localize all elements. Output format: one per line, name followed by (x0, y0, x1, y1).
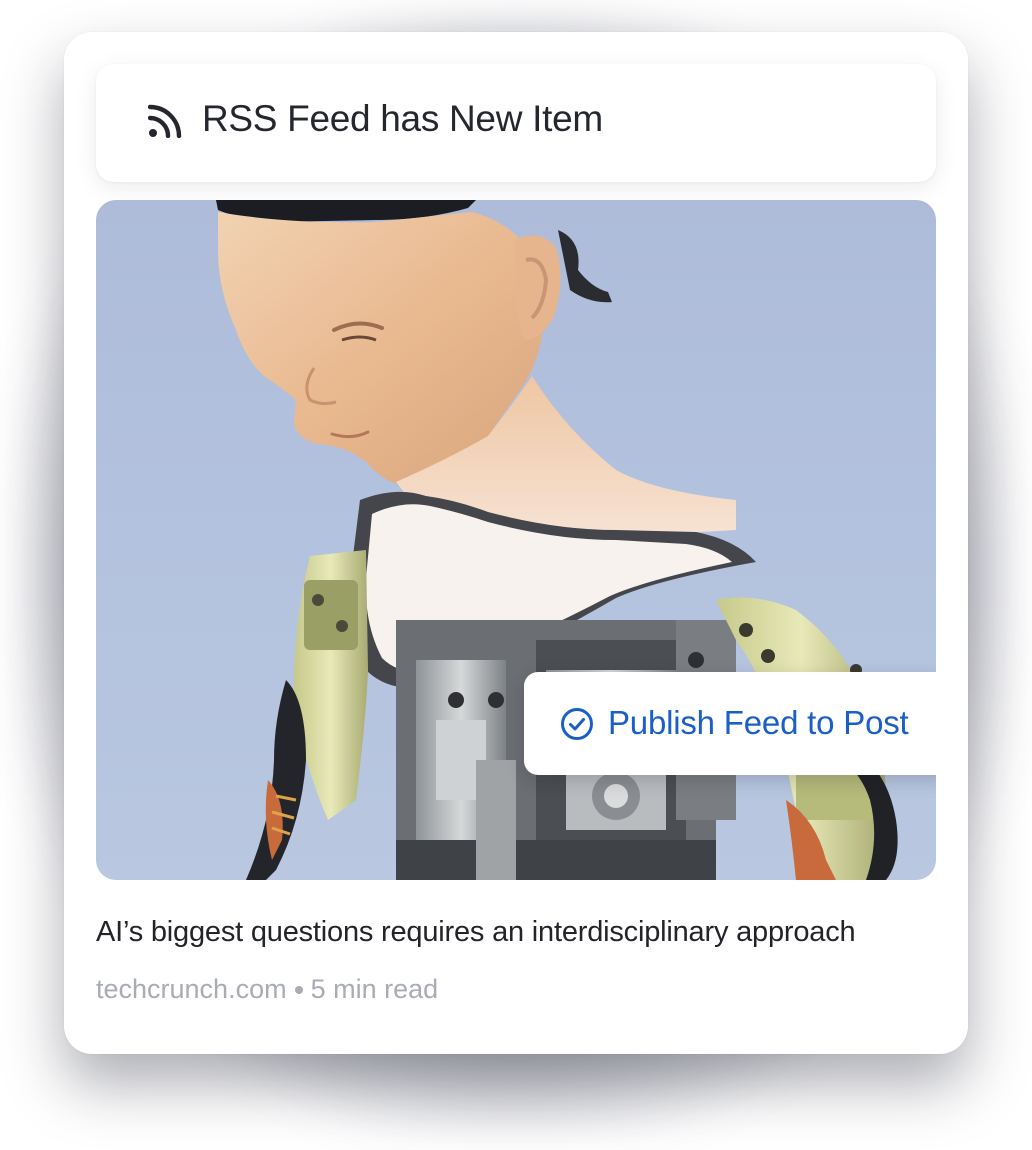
publish-feed-action[interactable]: Publish Feed to Post (524, 672, 936, 775)
publish-feed-label: Publish Feed to Post (608, 704, 909, 741)
rss-feed-card[interactable]: RSS Feed has New Item Publish Feed to Po… (64, 32, 968, 1054)
article-meta: techcrunch.com 5 min read (96, 974, 438, 1005)
rss-icon (148, 104, 182, 138)
article-read-time: 5 min read (310, 974, 439, 1004)
robot-photo (216, 200, 898, 880)
check-circle-icon (561, 708, 593, 740)
article-headline[interactable]: AI’s biggest questions requires an inter… (96, 916, 856, 949)
trigger-title: RSS Feed has New Item (202, 98, 603, 139)
article-source[interactable]: techcrunch.com (96, 974, 287, 1005)
separator-dot (294, 985, 303, 994)
article-image[interactable]: Publish Feed to Post (96, 200, 936, 880)
